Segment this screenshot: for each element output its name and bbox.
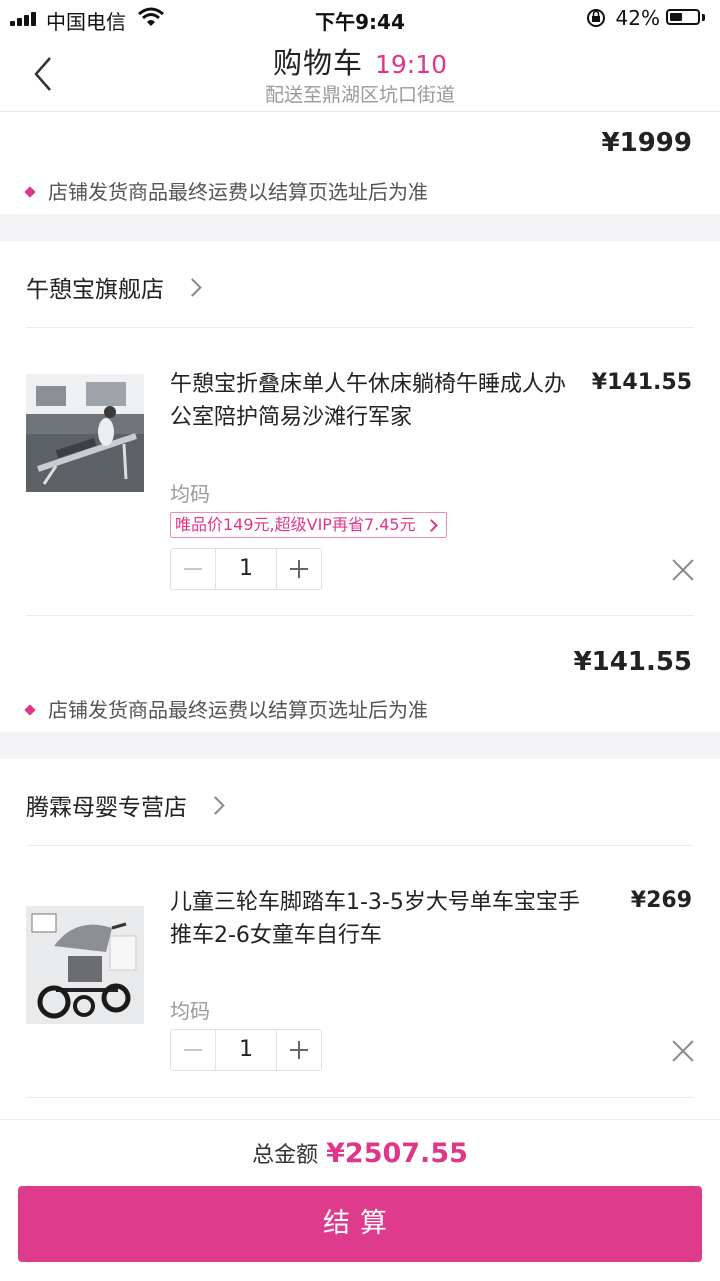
cart-title: 购物车 (272, 46, 363, 80)
store-header[interactable]: 腾霖母婴专营店 (26, 788, 225, 822)
decrease-button[interactable] (171, 1030, 216, 1070)
divider (26, 845, 694, 846)
chevron-right-icon (183, 278, 202, 297)
product-title[interactable]: 午憩宝折叠床单人午休床躺椅午睡成人办公室陪护简易沙滩行军家 (170, 368, 580, 434)
increase-button[interactable] (276, 549, 321, 589)
battery-percent: 42% (615, 6, 660, 30)
delete-icon[interactable] (672, 1040, 694, 1062)
quantity-value[interactable]: 1 (215, 1030, 277, 1070)
shipping-notice: 店铺发货商品最终运费以结算页选址后为准 (24, 176, 428, 205)
status-bar: 中国电信 下午9:44 42% (0, 0, 720, 38)
page-title: 购物车 19:10 (0, 40, 720, 82)
orientation-lock-icon (587, 9, 605, 27)
total-amount: ¥2507.55 (326, 1138, 468, 1169)
chevron-right-icon (424, 519, 438, 532)
chevron-right-icon (206, 796, 225, 815)
product-price: ¥269 (630, 888, 692, 913)
countdown-timer: 19:10 (374, 50, 448, 79)
total-label: 总金额 (252, 1143, 319, 1168)
divider (26, 1097, 694, 1098)
increase-button[interactable] (276, 1030, 321, 1070)
store-header[interactable]: 午憩宝旗舰店 (26, 270, 202, 304)
divider (26, 327, 694, 328)
status-time: 下午9:44 (315, 10, 405, 34)
decrease-button[interactable] (171, 549, 216, 589)
section-gap (0, 214, 720, 241)
product-spec[interactable]: 均码 (170, 995, 210, 1024)
quantity-stepper: 1 (170, 548, 322, 590)
product-title[interactable]: 儿童三轮车脚踏车1-3-5岁大号单车宝宝手推车2-6女童车自行车 (170, 886, 580, 952)
store-subtotal: ¥1999 (601, 128, 692, 158)
product-image-folding-bed[interactable] (26, 374, 144, 492)
diamond-icon (24, 704, 36, 716)
store-name: 腾霖母婴专营店 (26, 795, 187, 821)
divider (26, 615, 694, 616)
delete-icon[interactable] (672, 559, 694, 581)
vip-discount-text: 唯品价149元,超级VIP再省7.45元 (175, 515, 416, 534)
total-summary: 总金额 ¥2507.55 (0, 1137, 720, 1169)
diamond-icon (24, 186, 36, 198)
shipping-notice: 店铺发货商品最终运费以结算页选址后为准 (24, 694, 428, 723)
store-name: 午憩宝旗舰店 (26, 277, 164, 303)
quantity-value[interactable]: 1 (215, 549, 277, 589)
delivery-address[interactable]: 配送至鼎湖区坑口街道 (0, 80, 720, 107)
checkout-button[interactable]: 结算 (18, 1186, 702, 1262)
vip-discount-tag[interactable]: 唯品价149元,超级VIP再省7.45元 (170, 512, 447, 538)
battery-icon (666, 9, 700, 25)
quantity-stepper: 1 (170, 1029, 322, 1071)
battery-nub (702, 14, 705, 21)
section-gap (0, 732, 720, 759)
product-image-tricycle[interactable] (26, 906, 144, 1024)
divider (0, 111, 720, 112)
product-spec[interactable]: 均码 (170, 478, 210, 507)
store-subtotal: ¥141.55 (573, 647, 692, 677)
product-price: ¥141.55 (591, 370, 692, 395)
